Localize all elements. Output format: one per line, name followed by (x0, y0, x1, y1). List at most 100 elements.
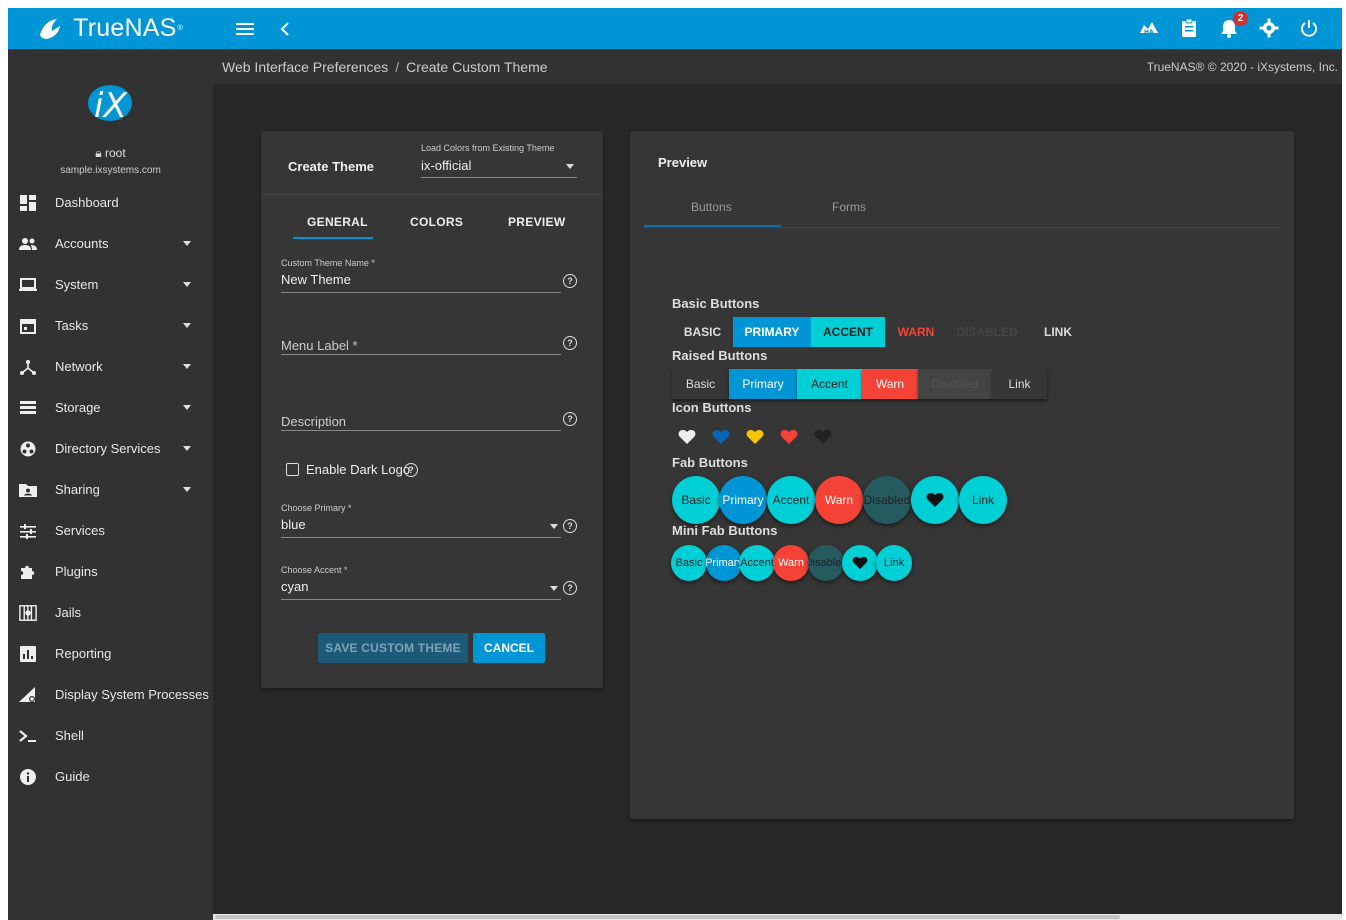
network-icon (19, 358, 37, 376)
menu-label-field[interactable]: Menu Label * (281, 334, 561, 355)
brand-tm: ® (177, 25, 183, 32)
primary-select[interactable]: Choose Primary * blue (281, 503, 561, 538)
card-title: Create Theme (288, 159, 374, 174)
sidebar-item-sharing[interactable]: Sharing (8, 469, 213, 510)
heart-icon[interactable] (780, 429, 798, 445)
truenas-logo[interactable]: TrueNAS ® (8, 8, 212, 49)
ha-icon[interactable]: HA (1138, 17, 1160, 39)
load-colors-select[interactable]: ix-official (421, 158, 577, 178)
tab-colors[interactable]: COLORS (410, 215, 463, 229)
icon-buttons-row (678, 429, 832, 445)
sidebar-item-tasks[interactable]: Tasks (8, 305, 213, 346)
gear-icon[interactable] (1258, 17, 1280, 39)
mini-fab-warn-button[interactable]: Warn (773, 545, 809, 581)
chevron-left-icon[interactable] (274, 18, 296, 40)
raised-link-button[interactable]: Link (992, 369, 1047, 399)
save-custom-theme-button[interactable]: SAVE CUSTOM THEME (318, 633, 468, 663)
sidebar-item-shell[interactable]: Shell (8, 715, 213, 756)
dark-logo-label: Enable Dark Logo (306, 462, 411, 477)
cancel-button[interactable]: CANCEL (473, 633, 545, 663)
description-field[interactable]: Description (281, 410, 561, 431)
raised-accent-button[interactable]: Accent (797, 369, 862, 399)
sidebar-item-accounts[interactable]: Accounts (8, 223, 213, 264)
breadcrumb-parent[interactable]: Web Interface Preferences (222, 59, 388, 75)
shell-icon (19, 727, 37, 745)
help-icon[interactable]: ? (563, 519, 577, 533)
mini-fab-accent-button[interactable]: Accent (739, 545, 775, 581)
storage-icon (19, 399, 37, 417)
sidebar-item-jails[interactable]: Jails (8, 592, 213, 633)
help-icon[interactable]: ? (404, 463, 418, 477)
menu-label-input[interactable]: Menu Label * (281, 338, 561, 354)
heart-icon (926, 493, 944, 507)
fab-warn-button[interactable]: Warn (815, 476, 863, 524)
tab-general[interactable]: GENERAL (307, 215, 368, 229)
help-icon[interactable]: ? (563, 412, 577, 426)
warn-button[interactable]: WARN (885, 317, 947, 347)
sidebar-item-services[interactable]: Services (8, 510, 213, 551)
horizontal-scrollbar[interactable] (213, 914, 1342, 920)
scrollbar-thumb[interactable] (215, 915, 1120, 919)
mini-fab-basic-button[interactable]: Basic (671, 545, 707, 581)
heart-icon[interactable] (678, 429, 696, 445)
help-icon[interactable]: ? (563, 336, 577, 350)
chevron-down-icon[interactable] (550, 586, 558, 591)
sidebar-nav: Dashboard Accounts System Tasks Network (8, 182, 213, 797)
heart-icon[interactable] (746, 429, 764, 445)
sidebar-item-guide[interactable]: Guide (8, 756, 213, 797)
help-icon[interactable]: ? (563, 581, 577, 595)
heart-icon[interactable] (712, 429, 730, 445)
primary-button[interactable]: PRIMARY (733, 317, 811, 347)
tab-preview[interactable]: PREVIEW (508, 215, 565, 229)
fab-link-button[interactable]: Link (959, 476, 1007, 524)
chevron-down-icon (183, 405, 191, 410)
raised-primary-button[interactable]: Primary (729, 369, 797, 399)
chevron-down-icon (183, 282, 191, 287)
chevron-down-icon (183, 323, 191, 328)
sidebar-item-reporting[interactable]: Reporting (8, 633, 213, 674)
clipboard-icon[interactable] (1178, 17, 1200, 39)
sidebar-item-network[interactable]: Network (8, 346, 213, 387)
bell-icon[interactable]: 2 (1218, 11, 1248, 39)
accent-select[interactable]: Choose Accent * cyan (281, 565, 561, 600)
help-icon[interactable]: ? (563, 274, 577, 288)
services-icon (19, 522, 37, 540)
menu-icon[interactable] (234, 18, 256, 40)
basic-button[interactable]: BASIC (672, 317, 733, 347)
load-colors-label: Load Colors from Existing Theme (421, 143, 555, 153)
accent-button[interactable]: ACCENT (811, 317, 885, 347)
svg-text:HA: HA (1144, 29, 1154, 36)
power-icon[interactable] (1298, 17, 1320, 39)
description-input[interactable]: Description (281, 414, 561, 430)
chevron-down-icon[interactable] (550, 524, 558, 529)
dark-logo-checkbox[interactable] (286, 463, 299, 476)
mini-fab-heart-button[interactable] (842, 545, 878, 581)
calendar-icon (19, 317, 37, 335)
theme-name-field[interactable]: Custom Theme Name * New Theme (281, 258, 561, 293)
sidebar-item-system[interactable]: System (8, 264, 213, 305)
tab-buttons[interactable]: Buttons (691, 200, 732, 214)
mini-fab-link-button[interactable]: Link (876, 545, 912, 581)
sidebar-item-dashboard[interactable]: Dashboard (8, 182, 213, 223)
fab-basic-button[interactable]: Basic (672, 476, 720, 524)
sidebar-item-directory-services[interactable]: Directory Services (8, 428, 213, 469)
theme-name-input[interactable]: New Theme (281, 272, 561, 288)
tab-forms[interactable]: Forms (832, 200, 866, 214)
sharing-icon (19, 481, 37, 499)
link-button[interactable]: LINK (1027, 317, 1089, 347)
mini-fab-primary-button[interactable]: Primary (706, 545, 742, 581)
app-window: TrueNAS ® HA 2 iX 🔒︎ root sample.ixsyste… (8, 8, 1342, 920)
fab-heart-button[interactable] (911, 476, 959, 524)
sidebar-item-storage[interactable]: Storage (8, 387, 213, 428)
copyright: TrueNAS® © 2020 - iXsystems, Inc. (1146, 60, 1338, 74)
fab-buttons-heading: Fab Buttons (672, 455, 748, 470)
lock-icon: 🔒︎ (95, 146, 102, 160)
sidebar-item-plugins[interactable]: Plugins (8, 551, 213, 592)
fab-accent-button[interactable]: Accent (767, 476, 815, 524)
accent-label: Choose Accent * (281, 565, 348, 575)
raised-warn-button[interactable]: Warn (862, 369, 918, 399)
raised-basic-button[interactable]: Basic (672, 369, 729, 399)
sidebar-item-display-system-processes[interactable]: Display System Processes (8, 674, 213, 715)
fab-primary-button[interactable]: Primary (719, 476, 767, 524)
accent-value: cyan (281, 579, 309, 594)
